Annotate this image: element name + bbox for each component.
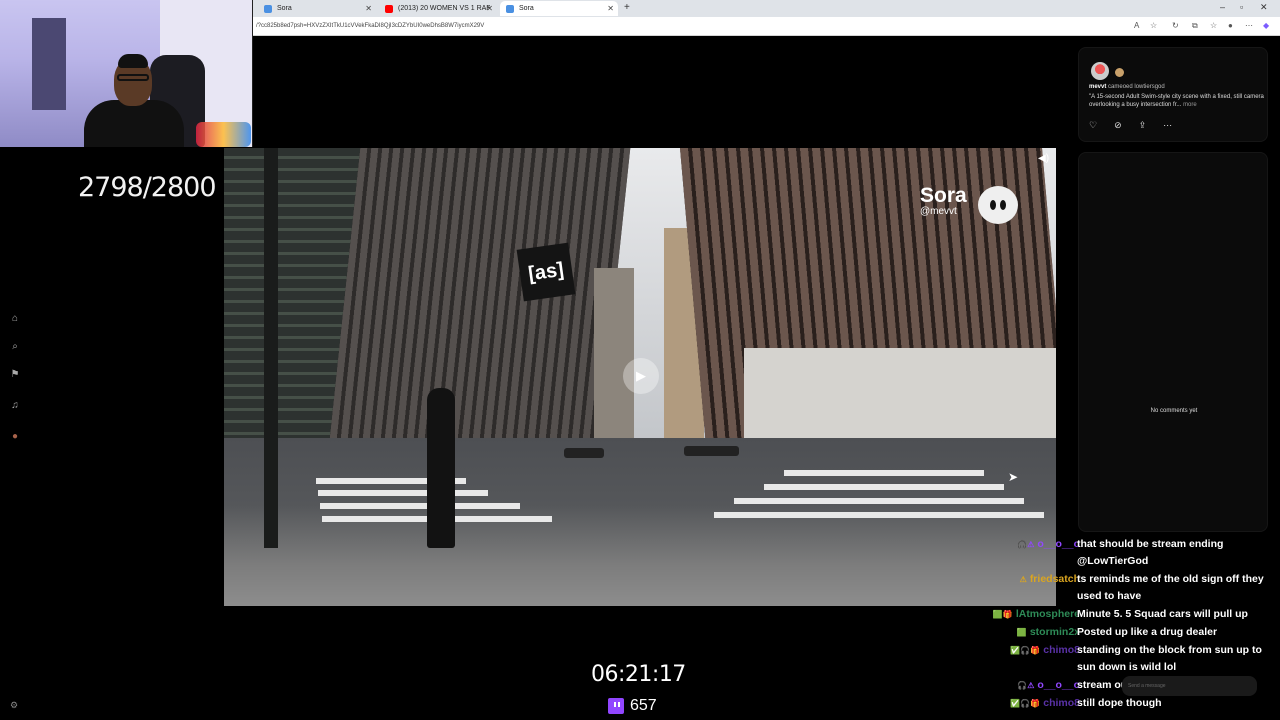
read-aloud-icon[interactable]: A bbox=[1134, 21, 1139, 30]
comments-panel: No comments yet bbox=[1078, 152, 1268, 532]
browser-tab[interactable]: Sora ✕ bbox=[258, 1, 376, 16]
chat-badges: ✅🎧🎁 bbox=[1010, 699, 1041, 708]
chat-text: Minute 5. 5 Squad cars will pull up bbox=[1077, 608, 1248, 620]
tab-label: Sora bbox=[277, 5, 292, 12]
settings-icon[interactable]: ⚙ bbox=[10, 700, 18, 711]
browser-tab[interactable]: (2013) 20 WOMEN VS 1 RAPPER ✕ bbox=[379, 1, 497, 16]
avatar[interactable] bbox=[1091, 62, 1109, 80]
chat-username: chimo8 bbox=[1043, 644, 1080, 656]
twitch-icon bbox=[608, 698, 624, 714]
copilot-icon[interactable]: ◆ bbox=[1263, 21, 1269, 30]
notifications-icon[interactable]: ♫ bbox=[9, 400, 21, 412]
chat-badges: 🎧⚠ bbox=[1017, 681, 1035, 690]
stream-counter: 2798/2800 bbox=[78, 172, 217, 203]
volume-icon[interactable]: ◀) bbox=[1038, 153, 1049, 164]
favorites-icon[interactable]: ☆ bbox=[1210, 21, 1217, 30]
more-menu-icon[interactable]: ⋯ bbox=[1245, 21, 1253, 30]
cameo-avatar[interactable] bbox=[1115, 68, 1124, 77]
mouse-cursor-icon: ➤ bbox=[1008, 470, 1019, 484]
tab-label: Sora bbox=[519, 5, 534, 12]
close-window-icon[interactable]: ✕ bbox=[1260, 2, 1268, 13]
minimize-icon[interactable]: – bbox=[1220, 2, 1225, 12]
sora-watermark: Sora @mevvt bbox=[920, 184, 967, 217]
post-card: mevvt cameoed lowtiersgod "A 15-second A… bbox=[1078, 47, 1268, 142]
chat-username: o__o__o bbox=[1037, 679, 1080, 691]
chat-badges: ⚠ bbox=[1019, 575, 1027, 584]
tab-label: (2013) 20 WOMEN VS 1 RAPPER bbox=[398, 5, 490, 12]
post-meta: mevvt cameoed lowtiersgod bbox=[1089, 84, 1165, 90]
maximize-icon[interactable]: ▫ bbox=[1240, 2, 1243, 12]
viewer-count: 657 bbox=[608, 697, 657, 715]
close-tab-icon[interactable]: ✕ bbox=[607, 4, 614, 13]
more-link[interactable]: more bbox=[1183, 102, 1197, 108]
sora-favicon-icon bbox=[506, 4, 514, 13]
viewer-count-value: 657 bbox=[630, 697, 657, 714]
chat-text: that should be stream ending @LowTierGod bbox=[1077, 538, 1224, 567]
chat-text: still dope though bbox=[1077, 697, 1162, 709]
close-tab-icon[interactable]: ✕ bbox=[486, 4, 493, 13]
profile-icon[interactable]: ● bbox=[1228, 21, 1233, 30]
sora-ghost-icon bbox=[978, 186, 1018, 224]
more-options-icon[interactable]: ⋯ bbox=[1163, 120, 1172, 131]
url-field[interactable]: /?cc825b8ed7psh=HXVzZXItTkU1cVVekFkaDI8Q… bbox=[256, 23, 484, 29]
webcam-overlay bbox=[0, 0, 253, 147]
sora-favicon-icon bbox=[264, 4, 272, 13]
extensions-icon[interactable]: ⧉ bbox=[1192, 21, 1198, 31]
person-figure bbox=[427, 388, 455, 548]
chat-badges: 🟩 bbox=[1016, 628, 1027, 637]
chat-username: stormin2x bbox=[1029, 626, 1080, 638]
new-tab-button[interactable]: + bbox=[624, 2, 630, 13]
chat-text: ts reminds me of the old sign off they u… bbox=[1077, 573, 1264, 602]
comment-input[interactable]: Send a message bbox=[1122, 676, 1257, 696]
adult-swim-sign: [as] bbox=[516, 242, 576, 302]
share-icon[interactable]: ⇪ bbox=[1139, 120, 1147, 131]
search-icon[interactable]: ⌕ bbox=[9, 341, 21, 353]
youtube-favicon-icon bbox=[385, 4, 393, 13]
post-username: mevvt bbox=[1089, 84, 1107, 90]
chat-badges: ✅🎧🎁 bbox=[1010, 646, 1041, 655]
chat-username: lAtmosphere bbox=[1015, 608, 1080, 620]
chat-username: friedsatch bbox=[1029, 573, 1080, 585]
no-comments-text: No comments yet bbox=[1150, 408, 1198, 414]
chat-text: Posted up like a drug dealer bbox=[1077, 626, 1218, 638]
profile-avatar-icon[interactable]: ● bbox=[9, 431, 21, 443]
remix-icon[interactable]: ⊘ bbox=[1114, 120, 1122, 131]
chat-username: chimo8 bbox=[1043, 697, 1080, 709]
favorite-star-icon[interactable]: ☆ bbox=[1150, 21, 1157, 30]
like-icon[interactable]: ♡ bbox=[1089, 120, 1097, 131]
refresh-icon[interactable]: ↻ bbox=[1172, 21, 1179, 30]
browser-tab-active[interactable]: Sora ✕ bbox=[500, 1, 618, 16]
post-actions: ♡ ⊘ ⇪ ⋯ bbox=[1089, 120, 1172, 131]
stream-timer: 06:21:17 bbox=[591, 662, 686, 687]
explore-icon[interactable]: ⚑ bbox=[9, 369, 21, 381]
chat-username: o__o__o bbox=[1037, 538, 1080, 550]
post-meta-rest: cameoed lowtiersgod bbox=[1108, 84, 1165, 90]
home-icon[interactable]: ⌂ bbox=[9, 313, 21, 325]
video-player[interactable]: [as] Sora @mevvt ▶ ◀) ➤ bbox=[224, 148, 1056, 606]
play-icon[interactable]: ▶ bbox=[623, 358, 659, 394]
chat-badges: 🎧⚠ bbox=[1017, 540, 1035, 549]
chat-text: standing on the block from sun up to sun… bbox=[1077, 644, 1262, 673]
post-caption: "A 15-second Adult Swim-style city scene… bbox=[1089, 94, 1264, 109]
close-tab-icon[interactable]: ✕ bbox=[365, 4, 372, 13]
chat-badges: 🟩🎁 bbox=[992, 610, 1013, 619]
